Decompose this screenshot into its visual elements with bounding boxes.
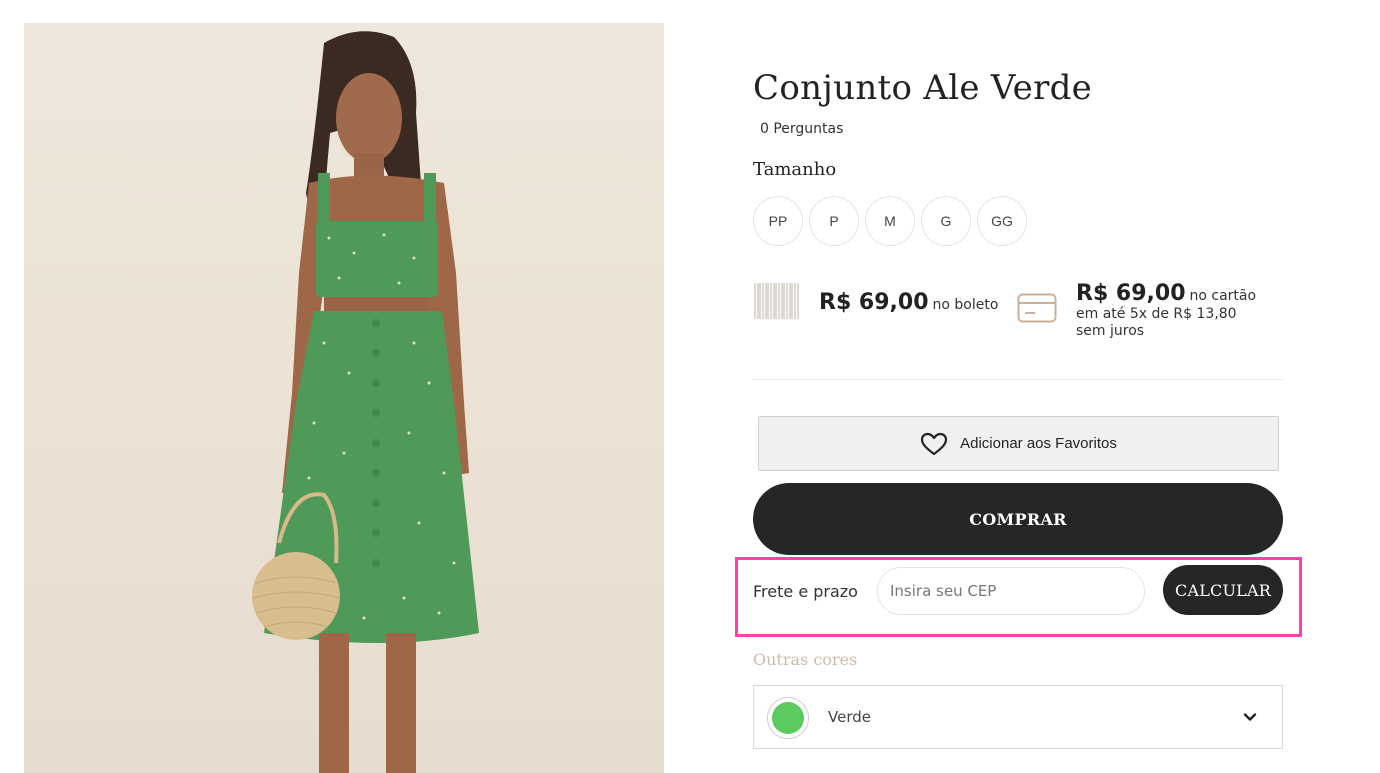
boleto-price-value: R$ 69,00 [819, 290, 929, 315]
color-select-dropdown[interactable]: Verde [753, 685, 1283, 749]
cep-input[interactable] [877, 567, 1145, 615]
add-to-favorites-label: Adicionar aos Favoritos [960, 435, 1117, 452]
size-option-gg[interactable]: GG [977, 196, 1027, 246]
installments-text: em até 5x de R$ 13,80 [1076, 306, 1237, 322]
divider [753, 379, 1283, 380]
other-colors-label: Outras cores [753, 650, 858, 669]
chevron-down-icon [1243, 713, 1257, 721]
calculate-shipping-button[interactable]: CALCULAR [1163, 565, 1283, 615]
buy-button-label: COMPRAR [969, 509, 1067, 529]
size-selector: PP P M G GG [753, 196, 1027, 246]
questions-count-link[interactable]: 0 Perguntas [760, 121, 843, 137]
size-option-m[interactable]: M [865, 196, 915, 246]
card-price-value: R$ 69,00 [1076, 281, 1186, 306]
add-to-favorites-button[interactable]: Adicionar aos Favoritos [758, 416, 1279, 471]
size-option-g[interactable]: G [921, 196, 971, 246]
interest-text: sem juros [1076, 323, 1145, 339]
credit-card-icon [1017, 293, 1057, 323]
card-price: R$ 69,00 no cartão em até 5x de R$ 13,80… [1076, 281, 1276, 340]
product-photo-illustration [252, 31, 479, 773]
card-price-note: no cartão [1189, 288, 1257, 304]
calculate-shipping-label: CALCULAR [1175, 580, 1271, 600]
size-option-pp[interactable]: PP [753, 196, 803, 246]
product-title: Conjunto Ale Verde [753, 68, 1093, 108]
color-swatch-ring [767, 697, 809, 739]
product-image[interactable] [24, 23, 664, 773]
shipping-label: Frete e prazo [753, 582, 858, 601]
boleto-price: R$ 69,00 no boleto [819, 290, 998, 315]
selected-color-name: Verde [828, 708, 871, 726]
color-swatch [772, 702, 804, 734]
buy-button[interactable]: COMPRAR [753, 483, 1283, 555]
size-option-p[interactable]: P [809, 196, 859, 246]
heart-icon [921, 432, 948, 455]
boleto-price-note: no boleto [932, 297, 999, 313]
barcode-icon [754, 283, 799, 319]
size-label: Tamanho [753, 159, 837, 180]
